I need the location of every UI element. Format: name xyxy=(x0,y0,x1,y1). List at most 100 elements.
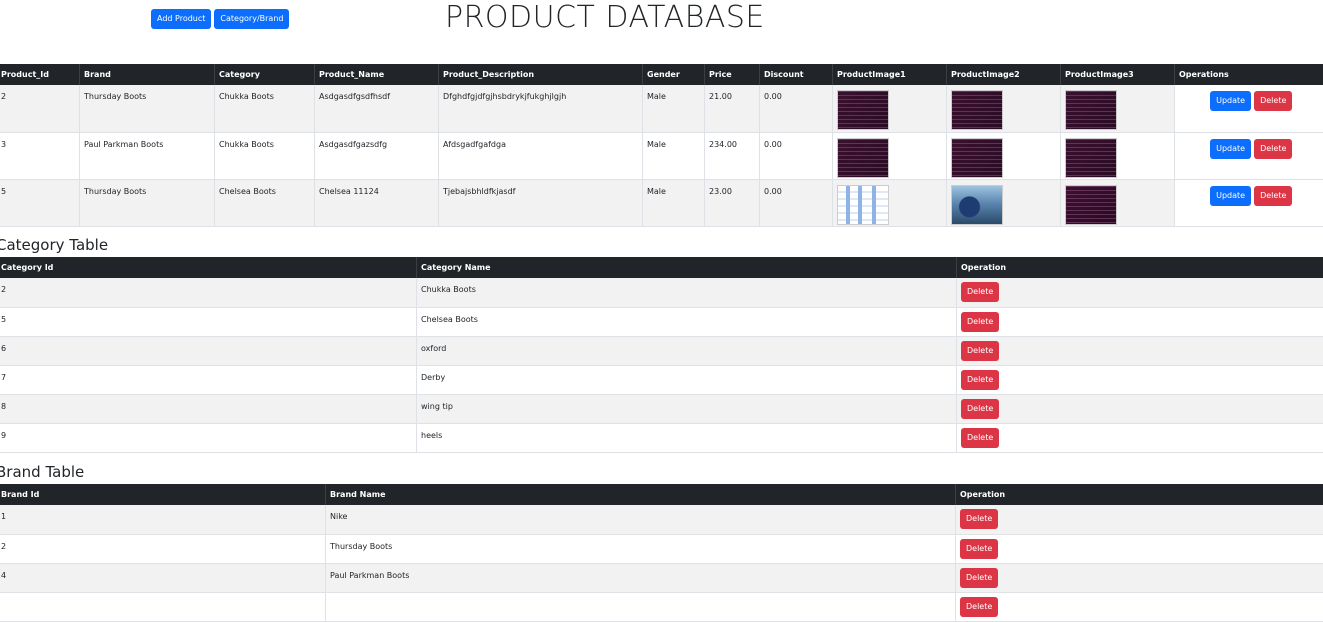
brand-id: 1 xyxy=(0,505,326,534)
brand-operation: Delete xyxy=(956,505,1323,534)
product-image-2-cell xyxy=(947,179,1061,226)
product-brand: Paul Parkman Boots xyxy=(80,132,215,179)
category-operation: Delete xyxy=(957,394,1323,423)
category-name: Derby xyxy=(417,365,957,394)
product-operations: Update Delete xyxy=(1175,179,1323,226)
delete-button[interactable]: Delete xyxy=(961,370,999,390)
category-id: 7 xyxy=(0,365,417,394)
category-name: oxford xyxy=(417,336,957,365)
brand-operation: Delete xyxy=(956,592,1323,621)
delete-button[interactable]: Delete xyxy=(1254,139,1292,159)
add-product-button[interactable]: Add Product xyxy=(151,9,211,29)
product-image-2-cell xyxy=(947,132,1061,179)
col-operation: Operation xyxy=(956,484,1323,505)
brand-id: 2 xyxy=(0,534,326,563)
category-row: 5 Chelsea Boots Delete xyxy=(0,307,1323,336)
category-operation: Delete xyxy=(957,278,1323,307)
product-image-thumbnail xyxy=(837,90,889,130)
product-image-1-cell xyxy=(833,179,947,226)
delete-button[interactable]: Delete xyxy=(961,428,999,448)
category-operation: Delete xyxy=(957,423,1323,452)
category-row: 9 heels Delete xyxy=(0,423,1323,452)
product-row: 3 Paul Parkman Boots Chukka Boots Asdgas… xyxy=(0,132,1323,179)
product-operations: Update Delete xyxy=(1175,132,1323,179)
category-id: 6 xyxy=(0,336,417,365)
operations-group: Update Delete xyxy=(1179,139,1323,159)
delete-button[interactable]: Delete xyxy=(960,568,998,588)
category-table-title: Category Table xyxy=(0,236,108,254)
product-image-thumbnail xyxy=(951,185,1003,225)
col-category-id: Category Id xyxy=(0,257,417,278)
operations-group: Update Delete xyxy=(1179,186,1323,206)
category-name: Chukka Boots xyxy=(417,278,957,307)
category-name: heels xyxy=(417,423,957,452)
delete-button[interactable]: Delete xyxy=(961,399,999,419)
delete-button[interactable]: Delete xyxy=(960,597,998,617)
category-operation: Delete xyxy=(957,365,1323,394)
category-row: 8 wing tip Delete xyxy=(0,394,1323,423)
delete-button[interactable]: Delete xyxy=(960,509,998,529)
category-id: 9 xyxy=(0,423,417,452)
product-image-thumbnail xyxy=(837,138,889,178)
product-id: 5 xyxy=(0,179,80,226)
product-operations: Update Delete xyxy=(1175,85,1323,132)
col-brand: Brand xyxy=(80,64,215,85)
product-discount: 0.00 xyxy=(760,179,833,226)
update-button[interactable]: Update xyxy=(1210,186,1251,206)
category-id: 5 xyxy=(0,307,417,336)
product-row: 5 Thursday Boots Chelsea Boots Chelsea 1… xyxy=(0,179,1323,226)
product-image-3-cell xyxy=(1061,85,1175,132)
product-description: Tjebajsbhldfkjasdf xyxy=(439,179,643,226)
product-image-2-cell xyxy=(947,85,1061,132)
update-button[interactable]: Update xyxy=(1210,139,1251,159)
product-image-3-cell xyxy=(1061,179,1175,226)
product-gender: Male xyxy=(643,179,705,226)
col-brand-name: Brand Name xyxy=(326,484,956,505)
col-brand-id: Brand Id xyxy=(0,484,326,505)
delete-button[interactable]: Delete xyxy=(961,341,999,361)
product-image-thumbnail xyxy=(1065,90,1117,130)
category-row: 6 oxford Delete xyxy=(0,336,1323,365)
category-brand-button[interactable]: Category/Brand xyxy=(214,9,289,29)
product-price: 23.00 xyxy=(705,179,760,226)
col-product-name: Product_Name xyxy=(315,64,439,85)
product-name: Chelsea 11124 xyxy=(315,179,439,226)
product-name: Asdgasdfgazsdfg xyxy=(315,132,439,179)
product-image-3-cell xyxy=(1061,132,1175,179)
operations-group: Update Delete xyxy=(1179,91,1323,111)
product-image-thumbnail xyxy=(951,90,1003,130)
col-product-image-1: ProductImage1 xyxy=(833,64,947,85)
brand-row: 1 Nike Delete xyxy=(0,505,1323,534)
product-table: Product_Id Brand Category Product_Name P… xyxy=(0,64,1323,227)
category-operation: Delete xyxy=(957,307,1323,336)
brand-row: 4 Paul Parkman Boots Delete xyxy=(0,563,1323,592)
brand-id xyxy=(0,592,326,621)
product-discount: 0.00 xyxy=(760,85,833,132)
update-button[interactable]: Update xyxy=(1210,91,1251,111)
delete-button[interactable]: Delete xyxy=(960,539,998,559)
brand-name: Paul Parkman Boots xyxy=(326,563,956,592)
product-brand: Thursday Boots xyxy=(80,85,215,132)
product-category: Chukka Boots xyxy=(215,85,315,132)
brand-table-header: Brand Id Brand Name Operation xyxy=(0,484,1323,505)
category-id: 2 xyxy=(0,278,417,307)
category-name: wing tip xyxy=(417,394,957,423)
delete-button[interactable]: Delete xyxy=(1254,91,1292,111)
product-image-thumbnail xyxy=(1065,185,1117,225)
col-category: Category xyxy=(215,64,315,85)
delete-button[interactable]: Delete xyxy=(1254,186,1292,206)
product-brand: Thursday Boots xyxy=(80,179,215,226)
product-gender: Male xyxy=(643,85,705,132)
product-id: 3 xyxy=(0,132,80,179)
category-id: 8 xyxy=(0,394,417,423)
delete-button[interactable]: Delete xyxy=(961,282,999,302)
product-price: 21.00 xyxy=(705,85,760,132)
product-id: 2 xyxy=(0,85,80,132)
brand-row: Delete xyxy=(0,592,1323,621)
brand-table-title: Brand Table xyxy=(0,463,84,481)
top-toolbar: Add Product Category/Brand xyxy=(151,9,289,29)
delete-button[interactable]: Delete xyxy=(961,312,999,332)
product-category: Chukka Boots xyxy=(215,132,315,179)
category-row: 7 Derby Delete xyxy=(0,365,1323,394)
product-row: 2 Thursday Boots Chukka Boots Asdgasdfgs… xyxy=(0,85,1323,132)
